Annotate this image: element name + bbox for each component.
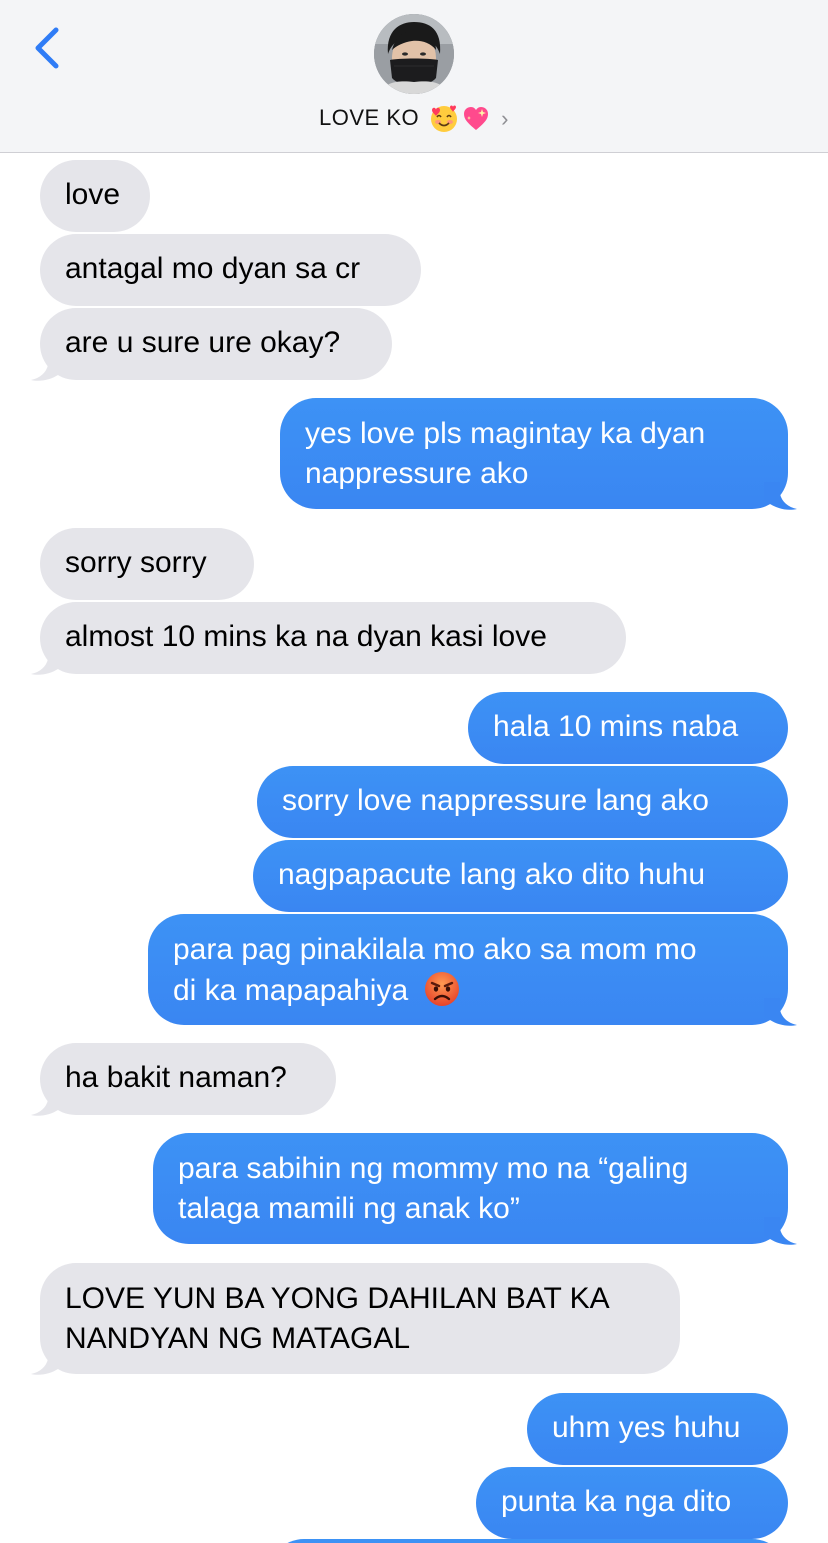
conversation-header: LOVE KO › [0,0,828,153]
outgoing-message[interactable]: para sabihin ng mommy mo na “galing tala… [153,1133,788,1244]
incoming-message[interactable]: antagal mo dyan sa cr [40,234,421,306]
message-line: di ka mapapahiya [173,974,409,1007]
message-text: sorry love nappressure lang ako [282,784,709,817]
messages-screen: LOVE KO › love antagal mo dyan sa cr are… [0,0,828,1543]
message-text: uhm yes huhu [552,1411,741,1444]
message-line: talaga mamili ng anak ko” [178,1192,520,1225]
message-line: NANDYAN NG MATAGAL [65,1322,411,1355]
message-thread[interactable]: love antagal mo dyan sa cr are u sure ur… [0,153,828,1543]
message-line: yes love pls magintay ka dyan [305,417,706,450]
chevron-left-icon [35,27,59,69]
message-line: para sabihin ng mommy mo na “galing [178,1152,689,1185]
message-text: almost 10 mins ka na dyan kasi love [65,620,547,653]
outgoing-message[interactable]: nagpapacute lang ako dito huhu [253,840,788,912]
outgoing-message[interactable]: punta ka nga dito [476,1467,788,1539]
incoming-message[interactable]: ha bakit naman? [40,1043,336,1115]
incoming-bubble-tail [31,647,64,675]
outgoing-message[interactable]: uhm yes huhu [527,1393,788,1465]
outgoing-message-partial[interactable] [268,1539,788,1543]
message-line: LOVE YUN BA YONG DAHILAN BAT KA [65,1282,610,1315]
incoming-message[interactable]: love [40,160,150,232]
contact-name: LOVE KO [319,105,420,130]
contact-avatar[interactable] [374,14,454,94]
outgoing-message[interactable]: para pag pinakilala mo ako sa mom mo di … [148,914,788,1025]
back-button[interactable] [30,24,70,72]
message-text: love [65,178,121,211]
outgoing-message[interactable]: hala 10 mins naba [468,692,788,764]
message-text: ha bakit naman? [65,1061,287,1094]
outgoing-bubble-tail [764,482,797,510]
outgoing-message[interactable]: yes love pls magintay ka dyan nappressur… [280,398,788,509]
message-text: sorry sorry [65,546,207,579]
angry-face-icon [423,970,461,1008]
outgoing-bubble-tail [764,1217,797,1245]
message-text: nagpapacute lang ako dito huhu [278,858,706,891]
message-text: hala 10 mins naba [493,710,739,743]
incoming-message[interactable]: almost 10 mins ka na dyan kasi love [40,602,626,674]
message-text: punta ka nga dito [501,1485,732,1518]
contact-name-button[interactable]: LOVE KO › [0,100,828,136]
sparkling-heart-icon [461,103,491,133]
message-line: nappressure ako [305,457,529,490]
outgoing-bubble-tail [764,998,797,1026]
outgoing-message[interactable]: sorry love nappressure lang ako [257,766,788,838]
incoming-message[interactable]: sorry sorry [40,528,254,600]
incoming-bubble-tail [31,1347,64,1375]
incoming-message[interactable]: LOVE YUN BA YONG DAHILAN BAT KA NANDYAN … [40,1263,680,1374]
message-text: are u sure ure okay? [65,326,341,359]
message-line: para pag pinakilala mo ako sa mom mo [173,933,697,966]
incoming-message[interactable]: are u sure ure okay? [40,308,392,380]
chevron-right-icon: › [501,106,509,131]
incoming-bubble-tail [31,1088,64,1116]
incoming-bubble-tail [31,353,64,381]
message-text: antagal mo dyan sa cr [65,252,361,285]
smiling-face-with-hearts-icon [429,103,459,133]
